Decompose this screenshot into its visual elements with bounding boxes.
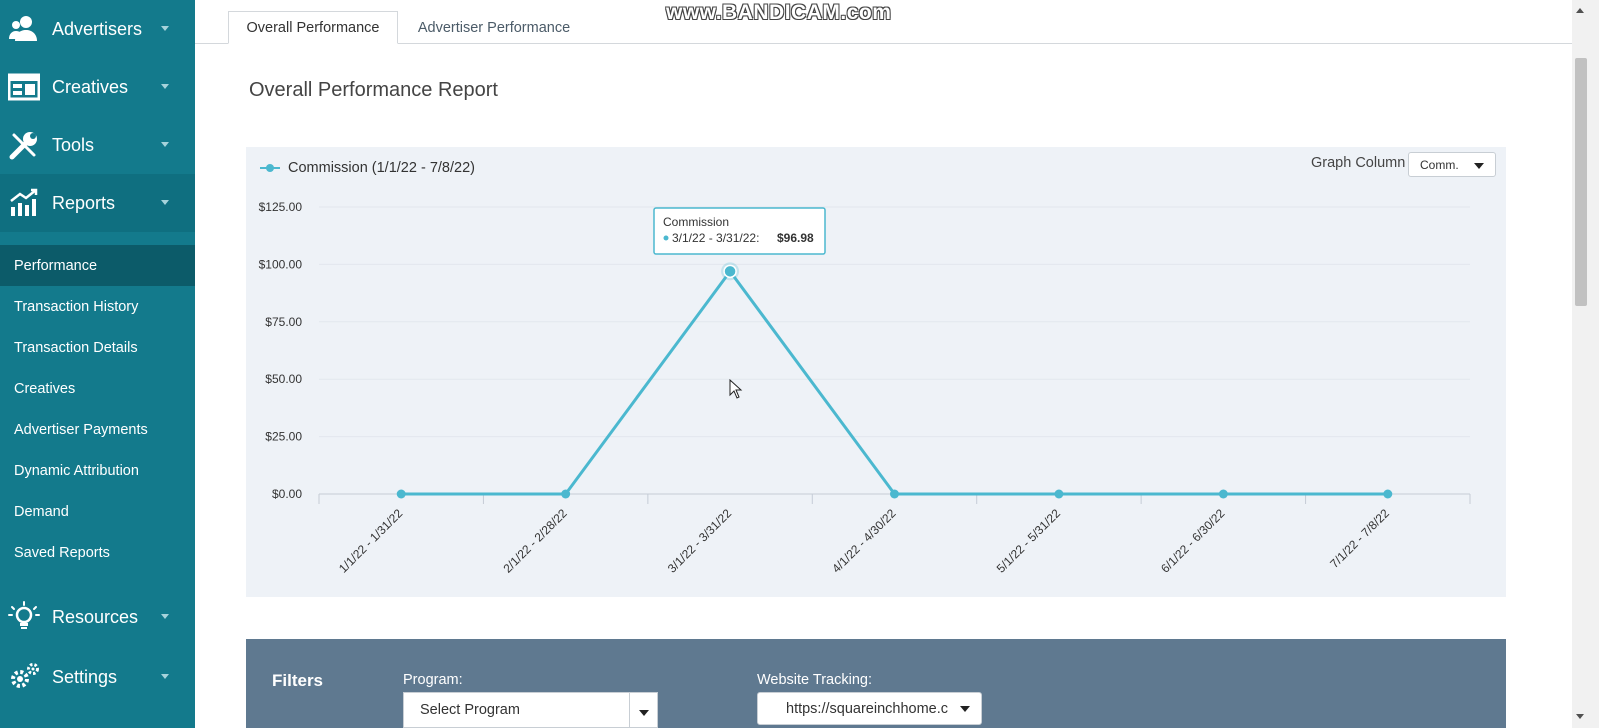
y-tick-label: $50.00 xyxy=(265,372,302,386)
sidebar: Advertisers Creatives Tools Reports Perf… xyxy=(0,0,195,728)
advertisers-icon xyxy=(9,16,37,41)
chevron-down-icon xyxy=(161,26,169,31)
sidebar-item-transaction-details[interactable]: Transaction Details xyxy=(0,327,195,368)
sidebar-item-dynamic-attribution[interactable]: Dynamic Attribution xyxy=(0,450,195,491)
tools-icon xyxy=(9,132,37,160)
nav-reports[interactable]: Reports xyxy=(0,174,195,232)
graph-column-label: Graph Column xyxy=(1311,155,1406,171)
y-tick-label: $100.00 xyxy=(259,257,303,271)
nav-settings-label: Settings xyxy=(52,666,118,687)
nav-creatives[interactable]: Creatives xyxy=(0,58,195,116)
lightbulb-icon xyxy=(8,601,40,629)
x-tick-label: 7/1/22 - 7/8/22 xyxy=(1327,506,1392,571)
scroll-down-arrow-icon[interactable] xyxy=(1576,714,1584,719)
tooltip-period: 3/1/22 - 3/31/22: xyxy=(672,231,759,245)
line-chart: $0.00 $25.00 $50.00 $75.00 $100.00 $125.00 1/1… xyxy=(259,200,1471,576)
website-tracking-label: Website Tracking: xyxy=(757,672,872,688)
chevron-down-icon xyxy=(161,674,169,679)
sidebar-item-demand[interactable]: Demand xyxy=(0,491,195,532)
sidebar-item-saved-reports[interactable]: Saved Reports xyxy=(0,532,195,573)
website-tracking-select[interactable]: https://squareinchhome.c xyxy=(757,692,982,725)
x-tick-label: 5/1/22 - 5/31/22 xyxy=(994,506,1064,576)
data-point[interactable] xyxy=(890,489,899,499)
data-point[interactable] xyxy=(561,489,571,499)
nav-advertisers[interactable]: Advertisers xyxy=(0,0,195,58)
legend-label: Commission (1/1/22 - 7/8/22) xyxy=(288,160,475,176)
x-tick-label: 2/1/22 - 2/28/22 xyxy=(500,506,570,576)
y-tick-label: $25.00 xyxy=(265,430,302,444)
nav-resources[interactable]: Resources xyxy=(0,588,195,646)
bandicam-watermark: www.BANDICAM.com xyxy=(666,1,892,24)
vertical-scrollbar[interactable] xyxy=(1572,0,1599,728)
nav-creatives-label: Creatives xyxy=(52,76,129,97)
chevron-down-icon xyxy=(960,706,970,712)
data-point[interactable] xyxy=(1054,489,1064,499)
creatives-icon xyxy=(8,73,40,101)
x-tick-label: 4/1/22 - 4/30/22 xyxy=(829,506,899,576)
chevron-down-icon xyxy=(1474,163,1484,169)
chevron-down-icon xyxy=(161,200,169,205)
nav-settings[interactable]: Settings xyxy=(0,648,195,706)
data-point[interactable] xyxy=(1383,489,1393,499)
mouse-cursor-icon xyxy=(729,379,743,399)
y-tick-label: $125.00 xyxy=(259,200,303,214)
nav-tools[interactable]: Tools xyxy=(0,116,195,174)
chart-axes: $0.00 $25.00 $50.00 $75.00 $100.00 $125.00 1/1… xyxy=(259,200,1471,576)
chevron-down-icon xyxy=(161,142,169,147)
gear-icon xyxy=(11,663,39,688)
nav-advertisers-label: Advertisers xyxy=(52,18,143,39)
sidebar-item-performance[interactable]: Performance xyxy=(0,245,195,286)
chart-tooltip: Commission 3/1/22 - 3/31/22: $96.98 xyxy=(653,207,826,255)
chevron-down-icon xyxy=(161,84,169,89)
website-tracking-value: https://squareinchhome.c xyxy=(786,700,948,717)
program-select[interactable]: Select Program xyxy=(403,692,658,728)
tab-advertiser-performance[interactable]: Advertiser Performance xyxy=(404,11,584,44)
x-tick-label: 1/1/22 - 1/31/22 xyxy=(336,506,406,576)
chevron-down-icon xyxy=(639,710,649,716)
tab-overall-performance[interactable]: Overall Performance xyxy=(228,11,398,44)
filters-title: Filters xyxy=(272,671,324,690)
program-select-value: Select Program xyxy=(420,702,520,718)
nav-reports-label: Reports xyxy=(52,192,116,213)
scroll-up-arrow-icon[interactable] xyxy=(1576,8,1584,13)
y-tick-label: $75.00 xyxy=(265,315,302,329)
program-label: Program: xyxy=(403,672,463,688)
sidebar-item-creatives[interactable]: Creatives xyxy=(0,368,195,409)
graph-column-value: Comm. xyxy=(1420,157,1459,172)
tooltip-title: Commission xyxy=(663,215,729,229)
sidebar-item-transaction-history[interactable]: Transaction History xyxy=(0,286,195,327)
series-line xyxy=(401,269,1388,496)
chart-grid xyxy=(319,206,1470,495)
tooltip-value: $96.98 xyxy=(777,231,814,245)
data-point[interactable] xyxy=(396,489,406,499)
chevron-down-icon xyxy=(161,614,169,619)
sidebar-item-advertiser-payments[interactable]: Advertiser Payments xyxy=(0,409,195,450)
y-tick-label: $0.00 xyxy=(272,487,302,501)
chart-legend[interactable]: Commission (1/1/22 - 7/8/22) xyxy=(260,158,475,178)
data-point[interactable] xyxy=(1218,489,1228,499)
data-point[interactable] xyxy=(723,264,737,279)
reports-icon xyxy=(10,188,38,216)
nav-tools-label: Tools xyxy=(52,134,95,155)
legend-series-marker xyxy=(260,162,280,174)
page-title: Overall Performance Report xyxy=(249,79,498,101)
chart-panel: $0.00 $25.00 $50.00 $75.00 $100.00 $125.00 1/1… xyxy=(246,147,1506,597)
tooltip-series-dot xyxy=(663,235,669,241)
nav-resources-label: Resources xyxy=(52,606,139,627)
chart-series xyxy=(396,262,1393,499)
x-tick-label: 6/1/22 - 6/30/22 xyxy=(1158,506,1228,576)
filters-panel: Filters Program: Select Program Website … xyxy=(246,639,1506,728)
graph-column-select[interactable]: Comm. xyxy=(1408,152,1496,177)
x-tick-label: 3/1/22 - 3/31/22 xyxy=(665,506,735,576)
scroll-thumb[interactable] xyxy=(1575,58,1587,306)
